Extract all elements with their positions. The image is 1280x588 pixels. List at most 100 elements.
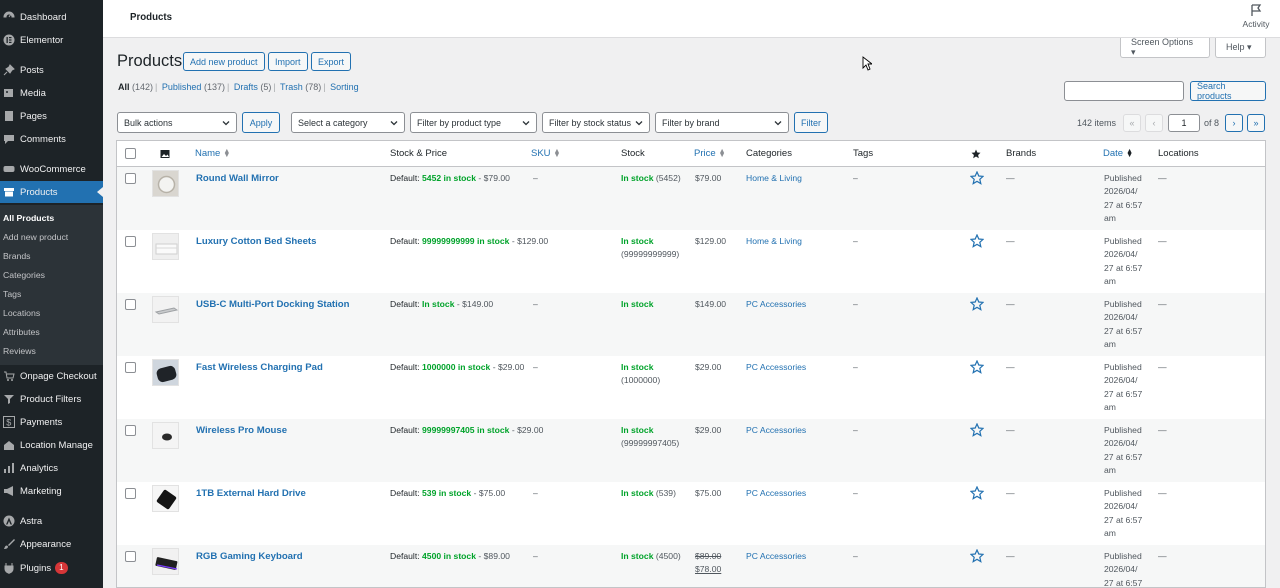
brand-select[interactable]: Filter by brand [655, 112, 789, 133]
product-thumbnail[interactable] [152, 233, 179, 260]
category-link[interactable]: PC Accessories [746, 361, 806, 374]
sku-cell: – [533, 173, 538, 183]
menu-product-filters[interactable]: Product Filters [0, 388, 103, 410]
product-thumbnail[interactable] [152, 359, 179, 386]
column-price[interactable]: Price ▲ ▼ [694, 141, 726, 166]
submenu-brands[interactable]: Brands [3, 251, 31, 261]
menu-media[interactable]: Media [0, 82, 103, 104]
view-all[interactable]: All (142) [118, 82, 153, 92]
category-link[interactable]: PC Accessories [746, 550, 806, 563]
menu-location-manage[interactable]: Location Manage [0, 434, 103, 456]
import-button[interactable]: Import [268, 52, 308, 71]
stock-status-select[interactable]: Filter by stock status [542, 112, 650, 133]
column-name[interactable]: Name ▲ ▼ [195, 141, 230, 166]
view-published[interactable]: Published (137) [162, 82, 225, 92]
product-name-link[interactable]: USB-C Multi-Port Docking Station [196, 299, 350, 310]
items-count: 142 items [1077, 118, 1117, 128]
menu-woocommerce[interactable]: WooCommerce [0, 158, 103, 180]
search-input[interactable] [1064, 81, 1184, 101]
product-type-select[interactable]: Filter by product type [410, 112, 537, 133]
featured-star-icon[interactable] [970, 171, 984, 185]
category-link[interactable]: Home & Living [746, 172, 802, 185]
menu-posts[interactable]: Posts [0, 59, 103, 81]
menu-dashboard[interactable]: Dashboard [0, 6, 103, 28]
view-label: Published [161, 82, 202, 92]
row-checkbox[interactable] [125, 362, 136, 373]
view-trash[interactable]: Trash (78) [280, 82, 321, 92]
product-name-link[interactable]: Round Wall Mirror [196, 173, 279, 184]
submenu-reviews[interactable]: Reviews [3, 346, 36, 356]
current-page-input[interactable]: 1 [1168, 114, 1200, 132]
menu-onpage-checkout[interactable]: Onpage Checkout [0, 365, 103, 387]
stock-price-cell: Default: In stock - $149.00 [390, 298, 493, 311]
row-checkbox[interactable] [125, 551, 136, 562]
help-button[interactable]: Help ▾ [1215, 38, 1266, 58]
menu-analytics[interactable]: Analytics [0, 457, 103, 479]
archive-icon [4, 188, 14, 197]
product-thumbnail[interactable] [152, 485, 179, 512]
next-page-button[interactable]: › [1225, 114, 1243, 132]
row-checkbox[interactable] [125, 236, 136, 247]
product-name-link[interactable]: RGB Gaming Keyboard [196, 551, 303, 562]
menu-marketing[interactable]: Marketing [0, 480, 103, 502]
category-link[interactable]: PC Accessories [746, 487, 806, 500]
locations-cell: — [1158, 425, 1167, 435]
product-name-link[interactable]: Luxury Cotton Bed Sheets [196, 236, 316, 247]
filter-button[interactable]: Filter [794, 112, 828, 133]
menu-astra[interactable]: Astra [0, 510, 103, 532]
view-drafts[interactable]: Drafts (5) [234, 82, 272, 92]
category-select[interactable]: Select a category [291, 112, 405, 133]
product-thumbnail[interactable] [152, 296, 179, 323]
row-checkbox[interactable] [125, 299, 136, 310]
search-products-button[interactable]: Search products [1190, 81, 1266, 101]
product-name-link[interactable]: Fast Wireless Charging Pad [196, 362, 323, 373]
category-link[interactable]: PC Accessories [746, 424, 806, 437]
bulk-actions-select[interactable]: Bulk actions [117, 112, 237, 133]
column-sku[interactable]: SKU ▲ ▼ [531, 141, 560, 166]
column-locations: Locations [1158, 148, 1199, 159]
apply-button[interactable]: Apply [242, 112, 280, 133]
menu-payments[interactable]: $ Payments [0, 411, 103, 433]
date-status: Published [1104, 236, 1142, 246]
submenu-add-new-product[interactable]: Add new product [3, 232, 68, 242]
activity-button[interactable]: Activity [1240, 4, 1272, 29]
row-checkbox[interactable] [125, 173, 136, 184]
sku-cell: – [533, 362, 538, 372]
menu-comments[interactable]: Comments [0, 128, 103, 150]
product-name-link[interactable]: 1TB External Hard Drive [196, 488, 306, 499]
export-button[interactable]: Export [311, 52, 352, 71]
select-all-checkbox[interactable] [125, 148, 136, 159]
view-sorting[interactable]: Sorting [330, 82, 359, 92]
submenu-categories[interactable]: Categories [3, 270, 45, 280]
menu-elementor[interactable]: Elementor [0, 29, 103, 51]
product-name-link[interactable]: Wireless Pro Mouse [196, 425, 287, 436]
add-new-product-button[interactable]: Add new product [183, 52, 265, 71]
row-checkbox[interactable] [125, 425, 136, 436]
featured-star-icon[interactable] [970, 423, 984, 437]
submenu-tags[interactable]: Tags [3, 289, 21, 299]
menu-pages[interactable]: Pages [0, 105, 103, 127]
category-link[interactable]: PC Accessories [746, 298, 806, 311]
last-page-button[interactable]: » [1247, 114, 1265, 132]
featured-star-icon[interactable] [970, 549, 984, 563]
submenu-all-products[interactable]: All Products [3, 213, 54, 223]
menu-plugins[interactable]: Plugins 1 [0, 557, 103, 579]
submenu-attributes[interactable]: Attributes [3, 327, 40, 337]
stock-cell: In stock (99999999999) [621, 235, 679, 262]
product-thumbnail[interactable] [152, 422, 179, 449]
featured-star-icon[interactable] [970, 297, 984, 311]
screen-options-button[interactable]: Screen Options ▾ [1120, 37, 1210, 58]
sp-price: - $29.00 [509, 425, 544, 435]
submenu-locations[interactable]: Locations [3, 308, 40, 318]
category-link[interactable]: Home & Living [746, 235, 802, 248]
column-thumbnail [160, 141, 170, 166]
product-thumbnail[interactable] [152, 548, 179, 575]
menu-appearance[interactable]: Appearance [0, 533, 103, 555]
featured-star-icon[interactable] [970, 234, 984, 248]
product-thumbnail[interactable] [152, 170, 179, 197]
row-checkbox[interactable] [125, 488, 136, 499]
column-date[interactable]: Date ▲ ▼ [1103, 141, 1133, 166]
menu-products[interactable]: Products [0, 181, 103, 203]
featured-star-icon[interactable] [970, 486, 984, 500]
featured-star-icon[interactable] [970, 360, 984, 374]
